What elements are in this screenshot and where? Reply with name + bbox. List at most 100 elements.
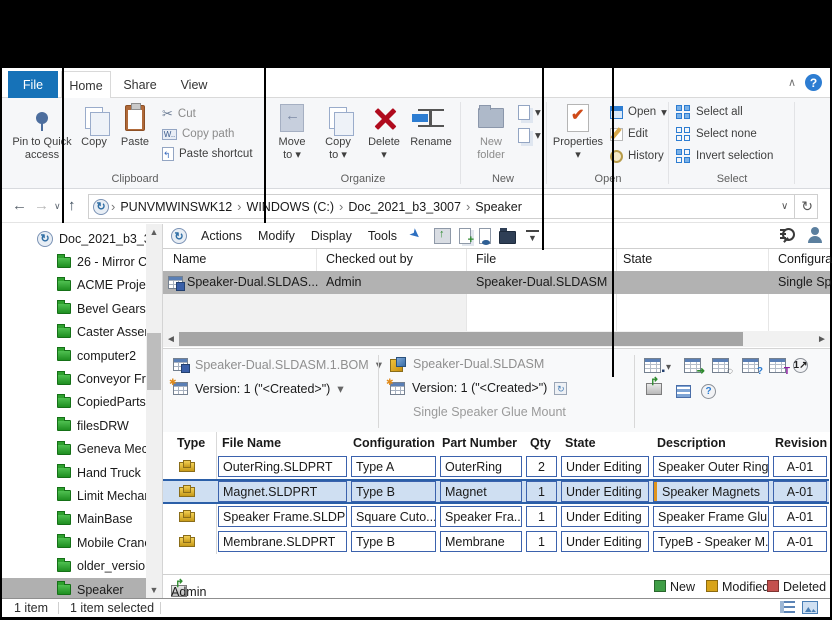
search-icon[interactable] [780, 227, 796, 243]
forward-icon[interactable]: → [34, 197, 49, 214]
tab-share[interactable]: Share [114, 71, 166, 98]
vault-folder-icon[interactable] [499, 231, 516, 244]
bom-cell-part-number[interactable]: Membrane [440, 531, 522, 552]
invert-selection-button[interactable]: Invert selection [676, 148, 773, 164]
refresh-icon[interactable]: ↻ [801, 198, 813, 215]
tree-item[interactable]: Caster Assembl [2, 321, 147, 344]
tree-item[interactable]: CopiedParts [2, 391, 147, 414]
bom-cell-revision[interactable]: A-01 [773, 481, 827, 502]
minimize-ribbon-icon[interactable]: ∧ [788, 76, 796, 89]
bom-cell-revision[interactable]: A-01 [773, 506, 827, 527]
tab-home[interactable]: Home [61, 71, 111, 99]
back-icon[interactable]: ← [12, 197, 27, 214]
bom-cell-state[interactable]: Under Editing [561, 506, 649, 527]
new-folder-button[interactable]: New folder [466, 102, 516, 162]
tree-item[interactable]: computer2 [2, 344, 147, 367]
properties-button[interactable]: Properties ▾ [550, 102, 606, 162]
tree-item-selected[interactable]: Speaker [2, 578, 147, 598]
tree-item[interactable]: ACME Project [2, 274, 147, 297]
move-to-button[interactable]: Move to ▾ [270, 102, 314, 162]
tree-item[interactable]: older_versions [2, 554, 147, 577]
file-row-selected[interactable]: Speaker-Dual.SLDAS... Admin Speaker-Dual… [163, 271, 830, 294]
bom-cell-description[interactable]: Speaker Outer Ring [653, 456, 769, 477]
compare-bom-icon[interactable]: ◌ [712, 358, 729, 373]
preview-icon[interactable] [479, 228, 491, 244]
pin-to-quick-access-button[interactable]: Pin to Quick access [10, 102, 74, 162]
copy-tree-icon[interactable] [459, 228, 471, 244]
bom-cell-configuration[interactable]: Type B [351, 531, 436, 552]
bom-help-icon[interactable]: ? [701, 384, 716, 399]
cut-button[interactable]: ✂ Cut [162, 106, 253, 122]
bom-cell-state[interactable]: Under Editing [561, 481, 649, 502]
edit-button[interactable]: Edit [610, 126, 667, 142]
file-list-hscrollbar[interactable]: ◄ ► [163, 331, 830, 347]
bom-cell-file-name[interactable]: Magnet.SLDPRT [218, 481, 347, 502]
delete-button[interactable]: Delete ▾ [362, 102, 406, 162]
tree-item[interactable]: Geneva Mecha [2, 438, 147, 461]
user-icon[interactable] [808, 227, 822, 243]
bom-cell-part-number[interactable]: Speaker Fra... [440, 506, 522, 527]
new-item-button[interactable]: ▾ [518, 104, 541, 120]
column-state[interactable]: State [623, 252, 652, 266]
crumb-current-folder[interactable]: Speaker [475, 200, 522, 214]
paste-button[interactable]: Paste [114, 102, 156, 149]
tree-item[interactable]: Hand Truck [2, 461, 147, 484]
tree-item[interactable]: 26 - Mirror Con [2, 250, 147, 273]
crumb-drive[interactable]: WINDOWS (C:) [247, 200, 334, 214]
open-button[interactable]: Open ▾ [610, 104, 667, 120]
pin-toolbar-icon[interactable]: ➤ [406, 224, 429, 247]
vault-refresh-icon[interactable]: ↻ [171, 228, 187, 244]
copy-to-button[interactable]: Copy to ▾ [316, 102, 360, 162]
scroll-left-icon[interactable]: ◄ [163, 331, 179, 347]
tree-item[interactable]: MainBase [2, 508, 147, 531]
column-checked-out-by[interactable]: Checked out by [326, 252, 413, 266]
rename-button[interactable]: Rename [406, 102, 456, 149]
up-icon[interactable]: ↑ [68, 197, 76, 214]
bom-cell-qty[interactable]: 1 [526, 531, 557, 552]
where-used-icon[interactable]: ? [742, 358, 759, 373]
bom-cell-configuration[interactable]: Type B [351, 481, 436, 502]
open-bom-icon[interactable]: ➜ [684, 358, 701, 373]
bom-cell-description[interactable]: TypeB - Speaker M... [653, 531, 769, 552]
tree-item[interactable]: filesDRW [2, 414, 147, 437]
history-button[interactable]: History [610, 148, 667, 164]
bom-cell-state[interactable]: Under Editing [561, 531, 649, 552]
details-view-icon[interactable] [780, 601, 795, 613]
scrollbar-thumb[interactable] [147, 333, 161, 390]
help-icon[interactable]: ? [805, 74, 822, 91]
bom-cell-revision[interactable]: A-01 [773, 456, 827, 477]
breadcrumb[interactable]: ↻ › PUNVMWINSWK12 › WINDOWS (C:) › Doc_2… [88, 194, 818, 219]
bom-version-dropdown[interactable]: Version: 1 ("<Created>") ▾ [173, 381, 344, 396]
bom-cell-qty[interactable]: 1 [526, 506, 557, 527]
bom-cell-part-number[interactable]: OuterRing [440, 456, 522, 477]
bom-cell-description-editing[interactable]: Speaker Magnets [653, 481, 769, 502]
paste-shortcut-button[interactable]: Paste shortcut [162, 146, 253, 162]
scroll-right-icon[interactable]: ► [814, 331, 830, 347]
tree-item[interactable]: Limit Mechani [2, 484, 147, 507]
bom-cell-file-name[interactable]: OuterRing.SLDPRT [218, 456, 347, 477]
tab-file[interactable]: File [8, 71, 58, 98]
bom-checkin-button[interactable] [646, 383, 662, 395]
save-bom-icon[interactable]: ▪ [644, 358, 661, 373]
save-bom-dropdown-icon[interactable]: ▾ [666, 362, 671, 373]
bom-cell-configuration[interactable]: Type A [351, 456, 436, 477]
tab-view[interactable]: View [167, 71, 221, 98]
copy-button[interactable]: Copy [76, 102, 112, 149]
menu-actions[interactable]: Actions [193, 229, 250, 243]
column-configuration[interactable]: Configurat [778, 252, 832, 266]
go-to-row-icon[interactable]: 1↗ [793, 358, 808, 373]
menu-display[interactable]: Display [303, 229, 360, 243]
address-dropdown-icon[interactable]: ∨ [781, 201, 788, 212]
bom-cell-revision[interactable]: A-01 [773, 531, 827, 552]
filter-bom-icon[interactable]: T [769, 358, 786, 373]
hscrollbar-thumb[interactable] [179, 332, 743, 346]
check-in-icon[interactable] [434, 228, 451, 244]
thumbnail-view-icon[interactable] [802, 601, 818, 614]
column-name[interactable]: Name [173, 252, 206, 266]
bom-cell-file-name[interactable]: Membrane.SLDPRT [218, 531, 347, 552]
column-file[interactable]: File [476, 252, 496, 266]
tree-item[interactable]: Bevel Gears [2, 297, 147, 320]
tree-item-vault-root[interactable]: ↻ Doc_2021_b3_30 [2, 227, 147, 250]
copy-path-button[interactable]: W.. Copy path [162, 126, 253, 142]
menu-tools[interactable]: Tools [360, 229, 405, 243]
